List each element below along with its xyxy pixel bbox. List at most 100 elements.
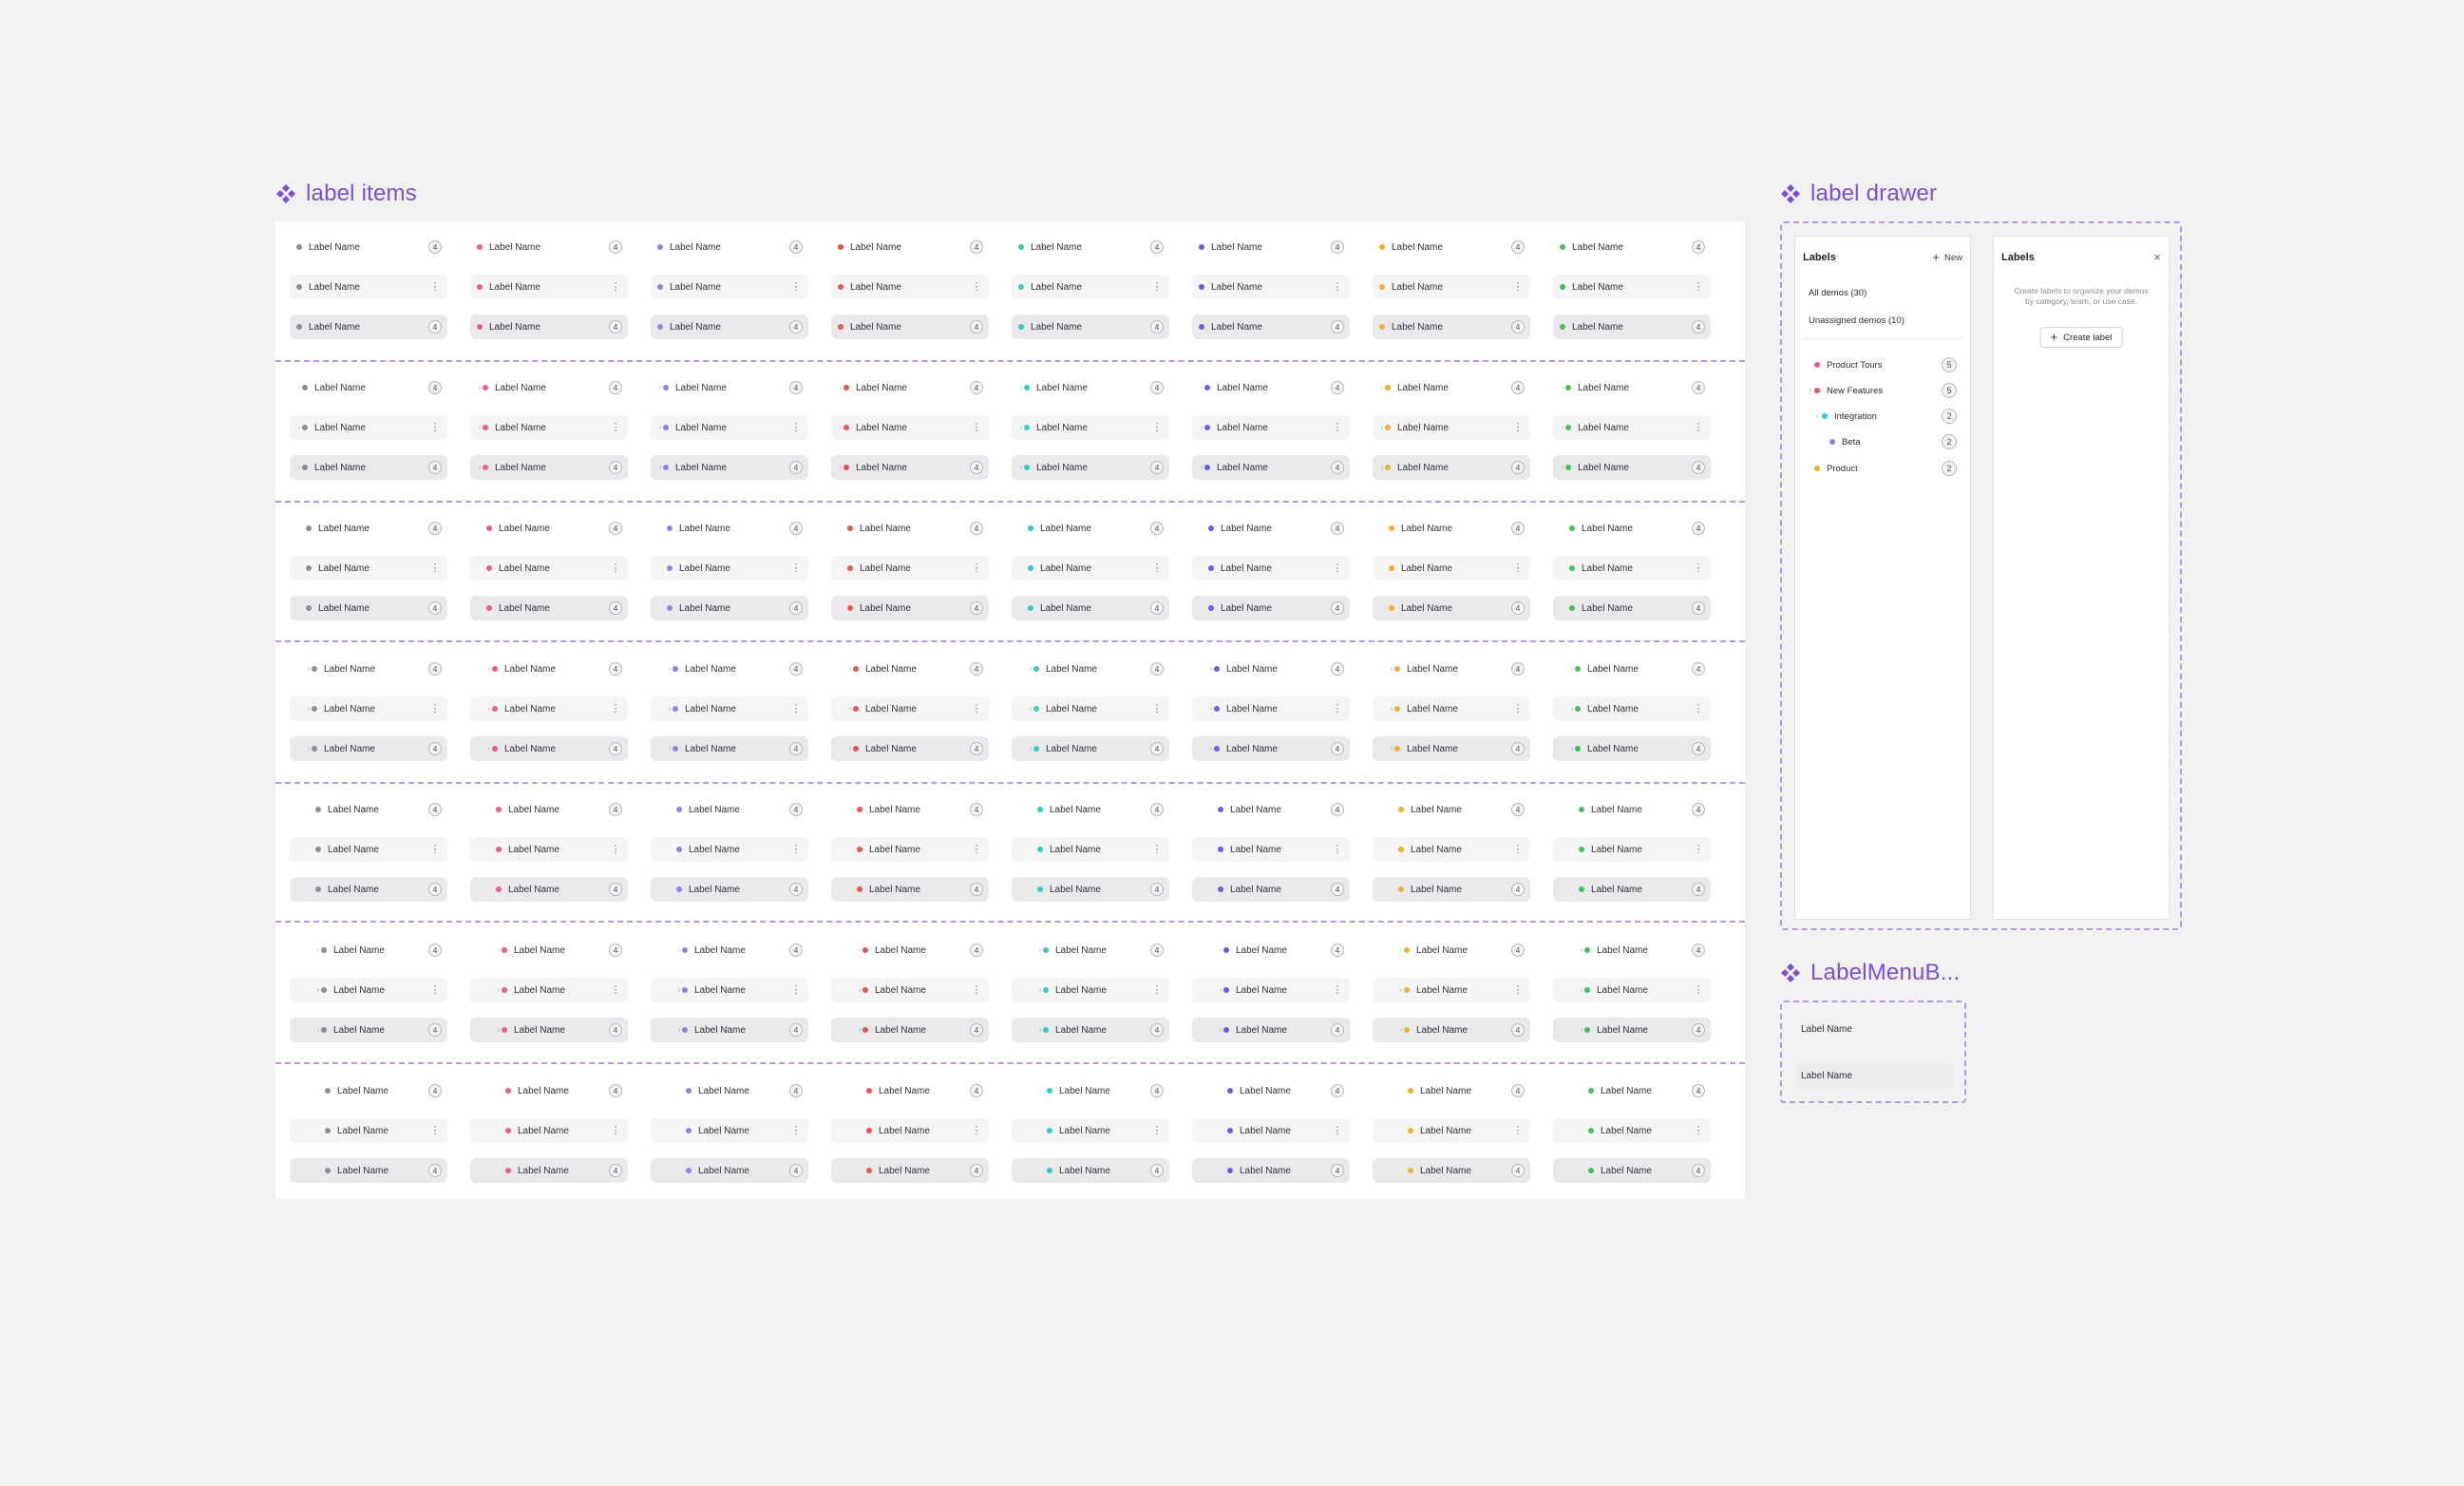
label-item-lavender-hover[interactable]: Label Name ⋮ [651,275,808,299]
label-item-red-hover[interactable]: Label Name ⋮ [831,275,989,299]
label-item-teal-hover[interactable]: Label Name ⋮ [1012,275,1169,299]
tree-item-integration[interactable]: › Integration 2 [1816,406,1957,427]
label-item-pink-default[interactable]: › Label Name 4 [470,938,628,962]
more-vertical-icon[interactable]: ⋮ [970,704,983,714]
label-item-green-active[interactable]: Label Name 4 [1553,1158,1711,1183]
label-item-amber-active[interactable]: › Label Name 4 [1373,455,1530,480]
more-vertical-icon[interactable]: ⋮ [1150,704,1164,714]
label-item-green-active[interactable]: › Label Name 4 [1553,736,1711,761]
more-vertical-icon[interactable]: ⋮ [428,985,442,996]
nav-item-unassigned-demos[interactable]: Unassigned demos (10) [1803,310,1962,331]
label-item-violet-active[interactable]: › Label Name 4 [1192,736,1350,761]
label-item-violet-active[interactable]: Label Name 4 [1192,596,1350,620]
more-vertical-icon[interactable]: ⋮ [1331,563,1344,574]
label-item-pink-default[interactable]: Label Name 4 [470,1078,628,1103]
label-item-lavender-default[interactable]: › Label Name 4 [651,938,808,962]
label-item-red-active[interactable]: Label Name 4 [831,314,989,339]
more-vertical-icon[interactable]: ⋮ [789,563,803,574]
label-item-amber-default[interactable]: › Label Name 4 [1373,657,1530,681]
more-vertical-icon[interactable]: ⋮ [970,1126,983,1136]
label-item-green-default[interactable]: Label Name 4 [1553,235,1711,259]
more-vertical-icon[interactable]: ⋮ [1692,563,1705,574]
label-item-red-active[interactable]: › Label Name 4 [831,1018,989,1042]
more-vertical-icon[interactable]: ⋮ [1511,985,1525,996]
more-vertical-icon[interactable]: ⋮ [1331,423,1344,433]
label-item-amber-active[interactable]: Label Name 4 [1373,877,1530,902]
label-item-pink-active[interactable]: Label Name 4 [470,596,628,620]
label-item-violet-hover[interactable]: › Label Name ⋮ [1192,696,1350,721]
label-item-pink-hover[interactable]: Label Name ⋮ [470,556,628,581]
label-item-pink-active[interactable]: › Label Name 4 [470,1018,628,1042]
label-item-pink-default[interactable]: Label Name 4 [470,235,628,259]
more-vertical-icon[interactable]: ⋮ [1150,1126,1164,1136]
label-item-pink-default[interactable]: Label Name 4 [470,797,628,822]
more-vertical-icon[interactable]: ⋮ [789,704,803,714]
label-item-amber-hover[interactable]: › Label Name ⋮ [1373,978,1530,1002]
label-item-violet-hover[interactable]: Label Name ⋮ [1192,275,1350,299]
label-item-teal-default[interactable]: › Label Name 4 [1012,375,1169,400]
label-item-pink-hover[interactable]: › Label Name ⋮ [470,978,628,1002]
label-item-green-active[interactable]: Label Name 4 [1553,877,1711,902]
label-item-lavender-active[interactable]: › Label Name 4 [651,736,808,761]
label-item-green-active[interactable]: Label Name 4 [1553,596,1711,620]
more-vertical-icon[interactable]: ⋮ [1331,845,1344,855]
label-item-gray-active[interactable]: Label Name 4 [290,596,447,620]
label-item-green-hover[interactable]: Label Name ⋮ [1553,1118,1711,1143]
label-item-amber-hover[interactable]: Label Name ⋮ [1373,1118,1530,1143]
more-vertical-icon[interactable]: ⋮ [609,845,622,855]
label-item-green-default[interactable]: Label Name 4 [1553,1078,1711,1103]
label-item-green-default[interactable]: Label Name 4 [1553,516,1711,541]
label-item-gray-hover[interactable]: Label Name ⋮ [290,1118,447,1143]
label-item-gray-hover[interactable]: Label Name ⋮ [290,556,447,581]
label-item-amber-hover[interactable]: Label Name ⋮ [1373,837,1530,862]
label-item-gray-active[interactable]: Label Name 4 [290,314,447,339]
label-item-red-active[interactable]: › Label Name 4 [831,736,989,761]
label-item-teal-active[interactable]: › Label Name 4 [1012,1018,1169,1042]
label-item-green-active[interactable]: › Label Name 4 [1553,455,1711,480]
label-item-amber-hover[interactable]: › Label Name ⋮ [1373,696,1530,721]
label-item-pink-active[interactable]: Label Name 4 [470,877,628,902]
label-item-teal-default[interactable]: › Label Name 4 [1012,938,1169,962]
label-item-amber-hover[interactable]: › Label Name ⋮ [1373,415,1530,440]
label-item-gray-hover[interactable]: › Label Name ⋮ [290,978,447,1002]
label-item-teal-active[interactable]: Label Name 4 [1012,596,1169,620]
label-item-green-hover[interactable]: › Label Name ⋮ [1553,415,1711,440]
label-item-red-default[interactable]: Label Name 4 [831,1078,989,1103]
label-item-gray-active[interactable]: › Label Name 4 [290,455,447,480]
label-item-red-hover[interactable]: Label Name ⋮ [831,1118,989,1143]
more-vertical-icon[interactable]: ⋮ [1511,282,1525,293]
more-vertical-icon[interactable]: ⋮ [1511,704,1525,714]
label-item-gray-default[interactable]: › Label Name 4 [290,657,447,681]
label-item-amber-hover[interactable]: Label Name ⋮ [1373,556,1530,581]
label-item-teal-hover[interactable]: › Label Name ⋮ [1012,978,1169,1002]
label-item-gray-default[interactable]: Label Name 4 [290,235,447,259]
more-vertical-icon[interactable]: ⋮ [609,985,622,996]
label-item-lavender-default[interactable]: Label Name 4 [651,516,808,541]
label-item-gray-hover[interactable]: › Label Name ⋮ [290,415,447,440]
label-item-lavender-hover[interactable]: › Label Name ⋮ [651,415,808,440]
label-item-teal-default[interactable]: Label Name 4 [1012,1078,1169,1103]
label-item-green-default[interactable]: › Label Name 4 [1553,938,1711,962]
tree-item-product[interactable]: Product 2 [1809,458,1957,479]
label-item-amber-default[interactable]: Label Name 4 [1373,235,1530,259]
label-item-pink-hover[interactable]: › Label Name ⋮ [470,415,628,440]
label-item-teal-active[interactable]: Label Name 4 [1012,1158,1169,1183]
label-item-lavender-hover[interactable]: Label Name ⋮ [651,1118,808,1143]
label-item-amber-active[interactable]: Label Name 4 [1373,596,1530,620]
more-vertical-icon[interactable]: ⋮ [1692,845,1705,855]
label-item-teal-default[interactable]: Label Name 4 [1012,235,1169,259]
more-vertical-icon[interactable]: ⋮ [428,423,442,433]
more-vertical-icon[interactable]: ⋮ [428,704,442,714]
more-vertical-icon[interactable]: ⋮ [609,282,622,293]
label-item-green-active[interactable]: Label Name 4 [1553,314,1711,339]
label-item-pink-default[interactable]: Label Name 4 [470,516,628,541]
label-item-red-hover[interactable]: › Label Name ⋮ [831,415,989,440]
label-item-violet-hover[interactable]: › Label Name ⋮ [1192,978,1350,1002]
more-vertical-icon[interactable]: ⋮ [970,563,983,574]
label-item-teal-hover[interactable]: › Label Name ⋮ [1012,415,1169,440]
more-vertical-icon[interactable]: ⋮ [609,704,622,714]
label-item-gray-default[interactable]: Label Name 4 [290,797,447,822]
label-item-violet-active[interactable]: Label Name 4 [1192,877,1350,902]
label-item-red-hover[interactable]: › Label Name ⋮ [831,978,989,1002]
label-item-lavender-default[interactable]: Label Name 4 [651,235,808,259]
